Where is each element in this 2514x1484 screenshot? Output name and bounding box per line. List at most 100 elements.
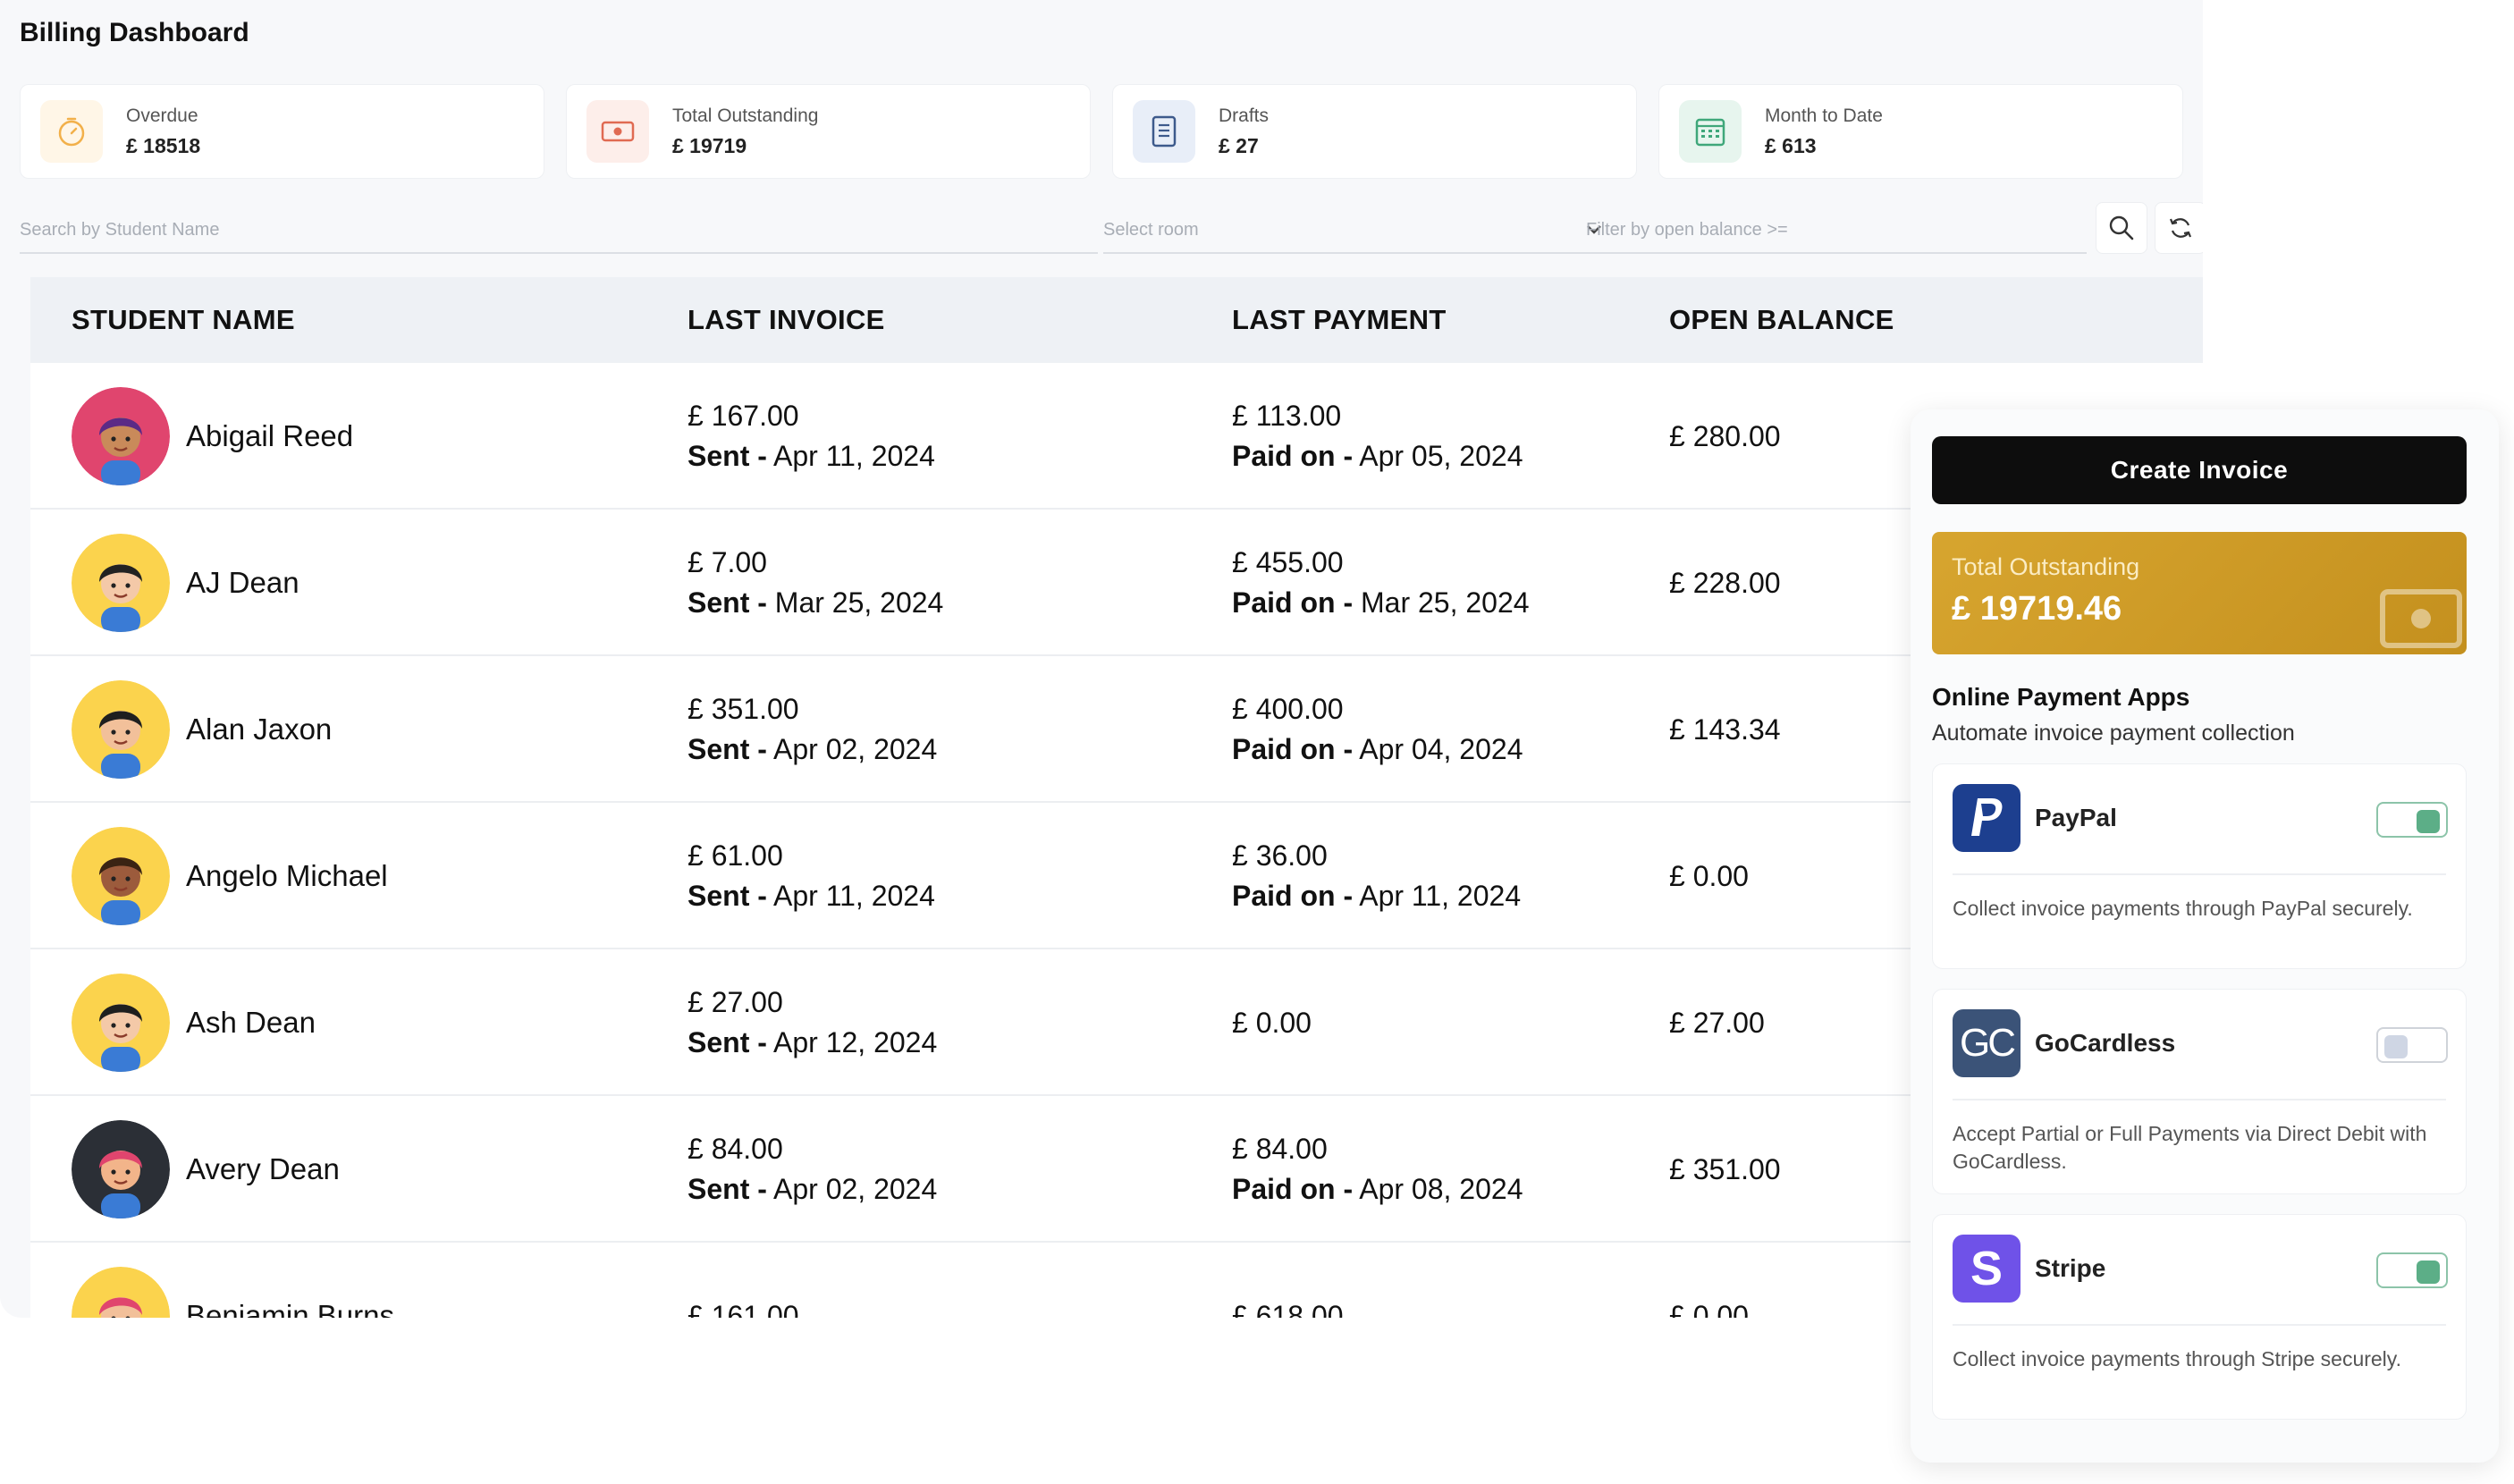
payment-paid: Paid on - Apr 04, 2024 <box>1232 729 1523 770</box>
stat-label: Total Outstanding <box>672 105 819 126</box>
header-last-invoice[interactable]: LAST INVOICE <box>688 304 885 336</box>
toggle-knob <box>2417 810 2440 833</box>
avatar <box>72 1120 170 1218</box>
paid-date: Apr 11, 2024 <box>1359 880 1522 912</box>
search-icon <box>2109 215 2134 240</box>
app-description: Collect invoice payments through PayPal … <box>1953 897 2413 920</box>
table-row[interactable]: Avery Dean £ 84.00 Sent - Apr 02, 2024 £… <box>30 1096 2203 1243</box>
open-balance: £ 143.34 <box>1669 712 1781 746</box>
student-name[interactable]: Ash Dean <box>186 1006 316 1040</box>
open-balance: £ 280.00 <box>1669 419 1781 452</box>
payment-amount: £ 618.00 <box>1232 1299 1344 1319</box>
page-title: Billing Dashboard <box>20 18 249 47</box>
payment-amount: £ 84.00 <box>1232 1133 1328 1165</box>
header-student-name[interactable]: STUDENT NAME <box>72 304 295 336</box>
apps-title: Online Payment Apps <box>1932 683 2190 711</box>
open-balance: £ 0.00 <box>1669 859 1749 892</box>
table-row[interactable]: Ash Dean £ 27.00 Sent - Apr 12, 2024 £ 0… <box>30 949 2203 1096</box>
student-name[interactable]: AJ Dean <box>186 566 299 600</box>
paid-label: Paid on - <box>1232 586 1354 619</box>
invoice-amount: £ 7.00 <box>688 546 767 578</box>
divider <box>1953 1099 2446 1100</box>
table-row[interactable]: Abigail Reed £ 167.00 Sent - Apr 11, 202… <box>30 363 2203 510</box>
app-name: GoCardless <box>2035 1029 2176 1057</box>
open-balance: £ 351.00 <box>1669 1152 1781 1185</box>
stat-card-total-outstanding[interactable]: Total Outstanding £ 19719 <box>566 84 1091 179</box>
stat-label: Month to Date <box>1765 105 1883 126</box>
stat-card-drafts[interactable]: Drafts £ 27 <box>1112 84 1637 179</box>
stripe-toggle[interactable] <box>2376 1252 2448 1288</box>
stat-value: £ 27 <box>1219 133 1259 157</box>
paid-date: Apr 04, 2024 <box>1359 733 1523 765</box>
last-payment-cell: £ 455.00 Paid on - Mar 25, 2024 <box>1232 510 1530 656</box>
sent-label: Sent - <box>688 1026 767 1058</box>
invoice-sent: Sent - Apr 02, 2024 <box>688 729 937 770</box>
last-invoice-cell: £ 161.00 <box>688 1243 799 1319</box>
last-payment-cell: £ 36.00 Paid on - Apr 11, 2024 <box>1232 803 1521 949</box>
sent-label: Sent - <box>688 440 767 472</box>
refresh-button[interactable] <box>2155 202 2203 254</box>
invoice-sent: Sent - Apr 12, 2024 <box>688 1023 937 1063</box>
student-name[interactable]: Avery Dean <box>186 1152 340 1186</box>
table-row[interactable]: Alan Jaxon £ 351.00 Sent - Apr 02, 2024 … <box>30 656 2203 803</box>
last-payment-cell: £ 84.00 Paid on - Apr 08, 2024 <box>1232 1096 1523 1243</box>
last-payment-cell: £ 113.00 Paid on - Apr 05, 2024 <box>1232 363 1523 510</box>
divider <box>1953 1324 2446 1326</box>
payment-amount: £ 400.00 <box>1232 693 1344 725</box>
student-name[interactable]: Benjamin Burns <box>186 1299 394 1318</box>
student-cell: Alan Jaxon <box>72 656 332 803</box>
students-table: STUDENT NAME LAST INVOICE LAST PAYMENT O… <box>30 277 2203 1318</box>
app-card-stripe: S Stripe Collect invoice payments throug… <box>1932 1214 2467 1420</box>
table-row[interactable]: Benjamin Burns £ 161.00 £ 618.00 £ 0.00 <box>30 1243 2203 1318</box>
student-name[interactable]: Angelo Michael <box>186 859 388 893</box>
search-student-input[interactable] <box>20 200 1098 254</box>
room-select[interactable]: Select room <box>1103 200 1602 254</box>
app-name: Stripe <box>2035 1254 2106 1282</box>
create-invoice-button[interactable]: Create Invoice <box>1932 436 2467 504</box>
student-cell: AJ Dean <box>72 510 299 656</box>
open-balance-cell: £ 280.00 <box>1669 363 1781 510</box>
last-invoice-cell: £ 7.00 Sent - Mar 25, 2024 <box>688 510 943 656</box>
last-payment-cell: £ 400.00 Paid on - Apr 04, 2024 <box>1232 656 1523 803</box>
last-payment-cell: £ 618.00 <box>1232 1243 1344 1319</box>
open-balance-cell: £ 351.00 <box>1669 1096 1781 1243</box>
table-row[interactable]: Angelo Michael £ 61.00 Sent - Apr 11, 20… <box>30 803 2203 949</box>
payment-paid: Paid on - Apr 05, 2024 <box>1232 436 1523 476</box>
avatar <box>72 974 170 1072</box>
cash-icon <box>2380 589 2462 648</box>
outstanding-label: Total Outstanding <box>1952 553 2140 580</box>
paid-date: Mar 25, 2024 <box>1361 586 1530 619</box>
last-invoice-cell: £ 167.00 Sent - Apr 11, 2024 <box>688 363 935 510</box>
open-balance-cell: £ 228.00 <box>1669 510 1781 656</box>
open-balance-filter-input[interactable] <box>1586 200 2087 254</box>
avatar <box>72 1267 170 1318</box>
invoice-sent: Sent - Apr 11, 2024 <box>688 876 935 916</box>
side-panel: Create Invoice Total Outstanding £ 19719… <box>1911 409 2499 1463</box>
stat-label: Drafts <box>1219 105 1270 126</box>
search-button[interactable] <box>2096 202 2147 254</box>
stat-card-overdue[interactable]: Overdue £ 18518 <box>20 84 544 179</box>
paypal-toggle[interactable] <box>2376 802 2448 838</box>
stat-card-month-to-date[interactable]: Month to Date £ 613 <box>1658 84 2183 179</box>
paypal-icon <box>1953 784 2020 852</box>
app-card-gocardless: GC GoCardless Accept Partial or Full Pay… <box>1932 989 2467 1194</box>
sent-label: Sent - <box>688 1173 767 1205</box>
payment-amount: £ 0.00 <box>1232 1006 1312 1039</box>
student-name[interactable]: Abigail Reed <box>186 419 353 453</box>
stat-value: £ 18518 <box>126 133 201 157</box>
header-open-balance[interactable]: OPEN BALANCE <box>1669 304 1894 336</box>
open-balance: £ 228.00 <box>1669 566 1781 599</box>
open-balance: £ 0.00 <box>1669 1299 1749 1319</box>
stat-label: Overdue <box>126 105 198 126</box>
toggle-knob <box>2417 1261 2440 1284</box>
payment-amount: £ 455.00 <box>1232 546 1344 578</box>
student-name[interactable]: Alan Jaxon <box>186 712 332 746</box>
open-balance-cell: £ 27.00 <box>1669 949 1765 1096</box>
gocardless-toggle[interactable] <box>2376 1027 2448 1063</box>
invoice-amount: £ 167.00 <box>688 400 799 432</box>
app-card-paypal: PayPal Collect invoice payments through … <box>1932 763 2467 969</box>
invoice-amount: £ 351.00 <box>688 693 799 725</box>
table-row[interactable]: AJ Dean £ 7.00 Sent - Mar 25, 2024 £ 455… <box>30 510 2203 656</box>
header-last-payment[interactable]: LAST PAYMENT <box>1232 304 1447 336</box>
invoice-amount: £ 61.00 <box>688 839 783 872</box>
